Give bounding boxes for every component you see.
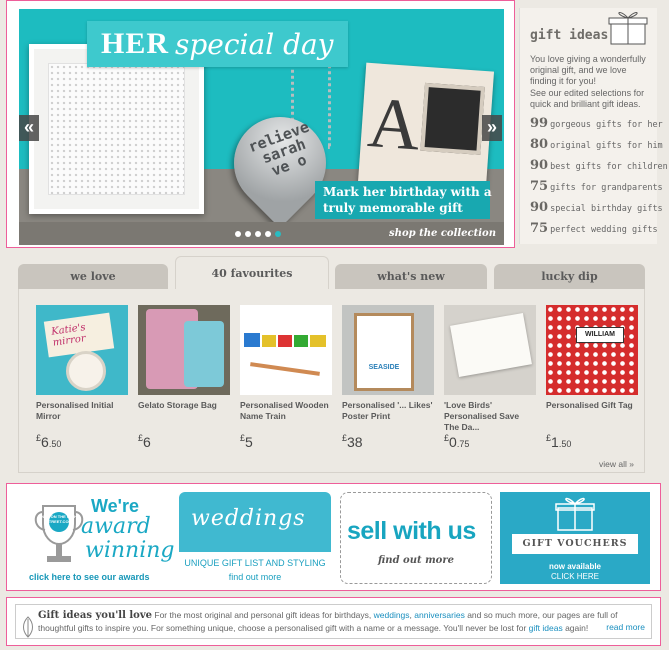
gift-ideas-text-link[interactable]: gift ideas — [529, 623, 563, 633]
read-more-link[interactable]: read more — [606, 621, 645, 634]
product-price: £6 — [138, 433, 151, 450]
leaf-icon — [23, 616, 33, 638]
award-banner[interactable]: NOT ON THE HIGH STREET.COM We're award w… — [19, 492, 175, 584]
gift-ideas-intro: You love giving a wonderfully original g… — [530, 54, 646, 86]
product-image — [138, 305, 230, 395]
product-image: WILLIAM — [546, 305, 638, 395]
shop-collection-link[interactable]: shop the collection — [389, 228, 496, 239]
product-card[interactable]: Katie's mirror Personalised Initial Mirr… — [36, 305, 128, 450]
awards-link[interactable]: click here to see our awards — [29, 572, 150, 582]
gift-idea-link[interactable]: 90 special birthday gifts — [530, 200, 663, 221]
gift-idea-link[interactable]: 90 best gifts for children — [530, 158, 668, 179]
footer-heading: Gift ideas you'll love — [38, 610, 153, 621]
carousel-dots — [235, 231, 281, 237]
product-price: £0.75 — [444, 433, 470, 450]
gift-box-icon — [608, 12, 648, 45]
weddings-banner[interactable]: weddings UNIQUE GIFT LIST AND STYLING fi… — [179, 492, 331, 584]
product-name[interactable]: Personalised '... Likes' Poster Print — [342, 400, 434, 433]
product-name[interactable]: 'Love Birds' Personalised Save The Da... — [444, 400, 536, 433]
next-arrow-icon[interactable]: » — [482, 115, 502, 141]
carousel-dot[interactable] — [255, 231, 261, 237]
product-price: £38 — [342, 433, 363, 450]
product-price: £1.50 — [546, 433, 572, 450]
product-price: £5 — [240, 433, 253, 450]
carousel-dot[interactable] — [245, 231, 251, 237]
hero-carousel: relieve sarah ve o A HER special day Mar… — [6, 0, 515, 248]
prev-arrow-icon[interactable]: « — [19, 115, 39, 141]
promo-banners: NOT ON THE HIGH STREET.COM We're award w… — [6, 483, 661, 591]
framed-artwork — [29, 44, 204, 214]
product-image — [240, 305, 332, 395]
product-card[interactable]: Gelato Storage Bag £6 — [138, 305, 230, 450]
product-name[interactable]: Personalised Gift Tag — [546, 400, 638, 433]
tab-lucky-dip[interactable]: lucky dip — [494, 264, 645, 290]
products-panel: Katie's mirror Personalised Initial Mirr… — [18, 289, 645, 473]
seo-footer: Gift ideas you'll love For the most orig… — [6, 597, 661, 646]
gift-ideas-list: 99 gorgeous gifts for her 80 original gift… — [530, 116, 668, 242]
tab-40-favourites[interactable]: 40 favourites — [175, 256, 329, 290]
award-badge-text: NOT ON THE HIGH STREET.COM — [41, 514, 77, 524]
carousel-dot[interactable] — [265, 231, 271, 237]
tab-whats-new[interactable]: what's new — [335, 264, 487, 290]
gift-idea-link[interactable]: 75 gifts for grandparents — [530, 179, 663, 200]
weddings-text-link[interactable]: weddings — [374, 610, 410, 620]
gift-ideas-panel: gift ideas You love giving a wonderfully… — [519, 8, 668, 244]
product-name[interactable]: Personalised Wooden Name Train — [240, 400, 332, 433]
hero-caption: Mark her birthday with a truly memorable… — [315, 181, 492, 219]
anniversaries-text-link[interactable]: anniversaries — [414, 610, 465, 620]
sell-link[interactable]: find out more — [341, 555, 491, 566]
sell-with-us-banner[interactable]: sell with us find out more — [340, 492, 492, 584]
tab-we-love[interactable]: we love — [18, 264, 168, 290]
product-card[interactable]: 'Love Birds' Personalised Save The Da...… — [444, 305, 536, 450]
gift-ideas-intro-2: See our edited selections for quick and … — [530, 88, 645, 109]
hero-photo: relieve sarah ve o A HER special day Mar… — [19, 9, 504, 222]
letter-card: A — [357, 62, 495, 192]
vouchers-link[interactable]: CLICK HERE — [500, 572, 650, 581]
product-image: Katie's mirror — [36, 305, 128, 395]
gift-idea-link[interactable]: 99 gorgeous gifts for her — [530, 116, 663, 137]
carousel-dot[interactable] — [235, 231, 241, 237]
carousel-dot-active[interactable] — [275, 231, 281, 237]
weddings-link[interactable]: find out more — [179, 572, 331, 582]
product-image — [444, 305, 536, 395]
product-card[interactable]: SEASIDE Personalised '... Likes' Poster … — [342, 305, 434, 450]
view-all-link[interactable]: view all » — [599, 459, 634, 469]
trophy-icon — [34, 505, 84, 562]
hero-slide[interactable]: relieve sarah ve o A HER special day Mar… — [19, 9, 504, 245]
product-name[interactable]: Gelato Storage Bag — [138, 400, 230, 433]
hero-headline: HER special day — [87, 21, 348, 67]
gift-ideas-title: gift ideas — [530, 28, 609, 43]
gift-idea-link[interactable]: 75 perfect wedding gifts — [530, 221, 658, 242]
product-card[interactable]: Personalised Wooden Name Train £5 — [240, 305, 332, 450]
gift-box-icon — [555, 497, 595, 531]
product-card[interactable]: WILLIAM Personalised Gift Tag £1.50 — [546, 305, 638, 450]
gift-idea-link[interactable]: 80 original gifts for him — [530, 137, 663, 158]
product-price: £6.50 — [36, 433, 62, 450]
product-image: SEASIDE — [342, 305, 434, 395]
product-name[interactable]: Personalised Initial Mirror — [36, 400, 128, 433]
gift-vouchers-banner[interactable]: GIFT VOUCHERS now available CLICK HERE — [500, 492, 650, 584]
